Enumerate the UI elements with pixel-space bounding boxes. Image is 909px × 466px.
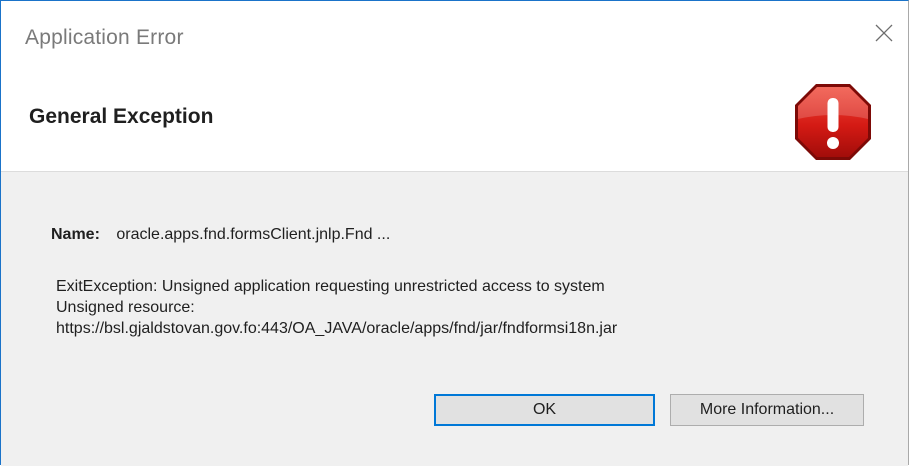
title-bar: Application Error <box>1 1 908 75</box>
ok-button[interactable]: OK <box>434 394 655 426</box>
close-button[interactable] <box>862 11 908 57</box>
close-icon <box>875 24 893 42</box>
dialog-header: General Exception <box>1 75 908 172</box>
dialog-content: Name: oracle.apps.fnd.formsClient.jnlp.F… <box>1 172 908 466</box>
message-line: Unsigned resource: <box>56 299 195 316</box>
exception-heading: General Exception <box>29 105 214 128</box>
more-information-button[interactable]: More Information... <box>670 394 864 426</box>
name-row: Name: oracle.apps.fnd.formsClient.jnlp.F… <box>51 226 390 244</box>
message-line: https://bsl.gjaldstovan.gov.fo:443/OA_JA… <box>56 320 618 337</box>
exception-message: ExitException: Unsigned application requ… <box>56 276 617 339</box>
message-line: ExitException: Unsigned application requ… <box>56 278 605 295</box>
error-stop-icon <box>795 84 871 160</box>
name-label: Name: <box>51 226 100 243</box>
name-value: oracle.apps.fnd.formsClient.jnlp.Fnd ... <box>116 226 391 243</box>
window-title: Application Error <box>25 26 184 49</box>
application-error-dialog: Application Error General Exception Name… <box>0 0 909 466</box>
